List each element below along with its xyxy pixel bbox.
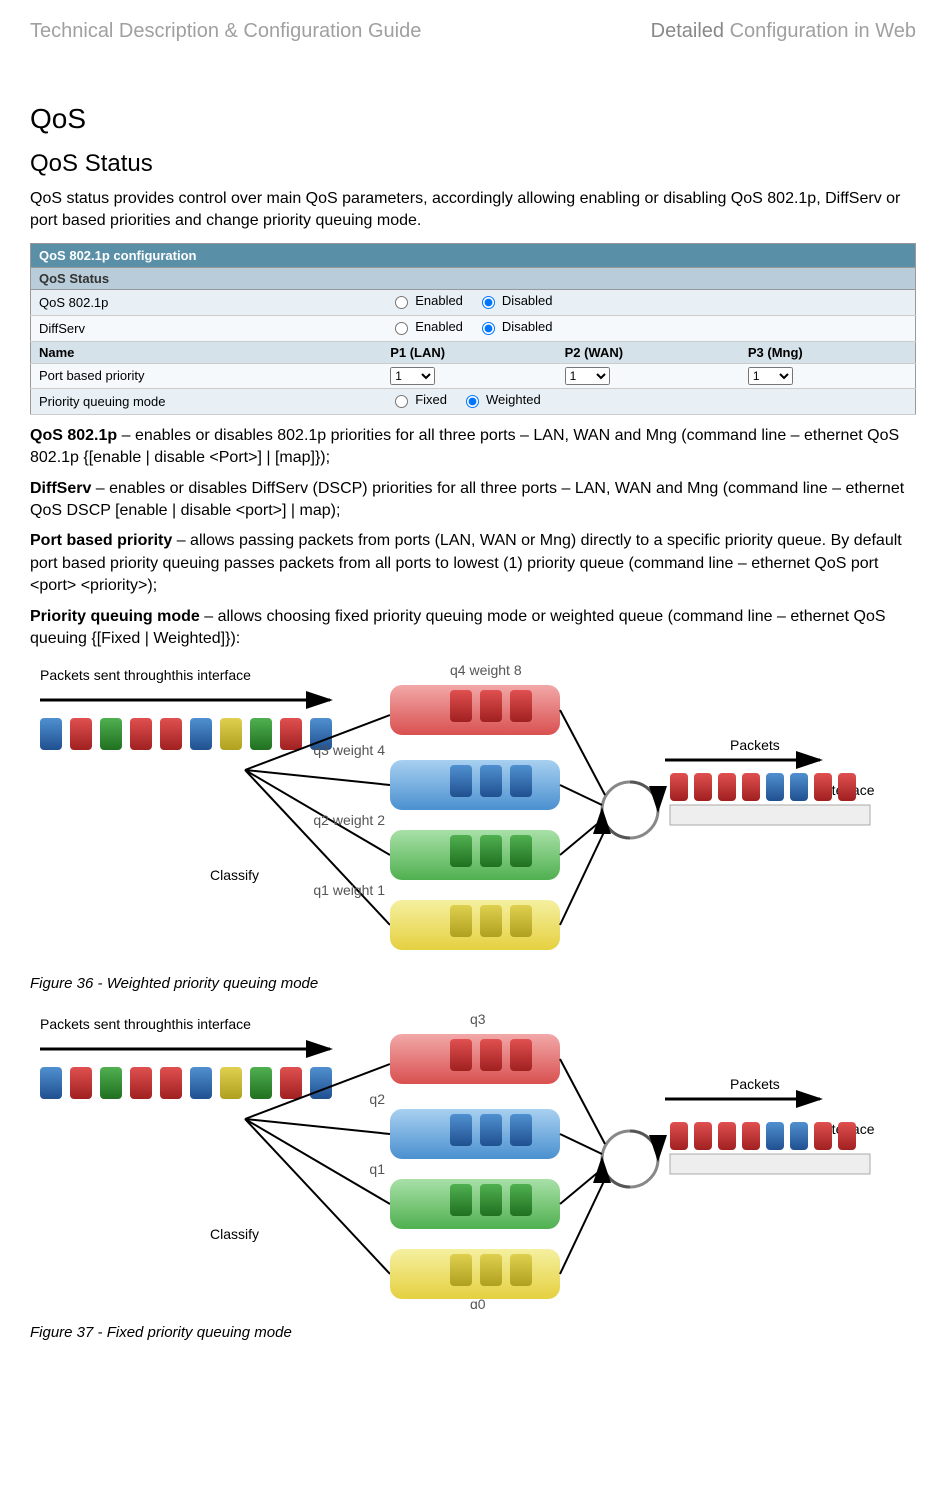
- d2-packets: Packets: [730, 1076, 780, 1092]
- intro-paragraph: QoS status provides control over main Qo…: [30, 188, 916, 233]
- queuing-label: Priority queuing mode: [31, 388, 383, 414]
- d1-q4: q4 weight 8: [450, 662, 522, 678]
- d2-classify: Classify: [210, 1226, 259, 1242]
- p1-label: P1 (LAN): [382, 341, 556, 363]
- diffserv-disabled-radio[interactable]: [482, 322, 495, 335]
- figure-37-caption: Figure 37 - Fixed priority queuing mode: [30, 1322, 916, 1343]
- name-label: Name: [31, 341, 383, 363]
- queuing-fixed-radio[interactable]: [395, 395, 408, 408]
- queuing-desc: Priority queuing mode – allows choosing …: [30, 606, 916, 651]
- d2-q2: q2: [369, 1091, 385, 1107]
- page-header: Technical Description & Configuration Gu…: [30, 20, 916, 43]
- table-subheader: QoS Status: [31, 267, 916, 289]
- qos8021p-desc: QoS 802.1p – enables or disables 802.1p …: [30, 425, 916, 470]
- qos8021p-disabled-radio[interactable]: [482, 296, 495, 309]
- diffserv-enabled-radio[interactable]: [395, 322, 408, 335]
- d1-q3: q3 weight 4: [313, 742, 385, 758]
- figure-36-caption: Figure 36 - Weighted priority queuing mo…: [30, 973, 916, 994]
- p2-label: P2 (WAN): [557, 341, 740, 363]
- diffserv-desc: DiffServ – enables or disables DiffServ …: [30, 478, 916, 523]
- header-left: Technical Description & Configuration Gu…: [30, 20, 421, 43]
- qos-config-table: QoS 802.1p configuration QoS Status QoS …: [30, 243, 916, 415]
- diffserv-radio-group: Enabled Disabled: [390, 319, 562, 335]
- p2-priority-select[interactable]: 1: [565, 367, 610, 385]
- port-priority-label: Port based priority: [31, 363, 383, 388]
- weighted-diagram: Packets sent throughthis interface Class…: [30, 660, 916, 965]
- p3-label: P3 (Mng): [740, 341, 916, 363]
- d1-inlabel: Packets sent throughthis interface: [40, 667, 251, 683]
- qos8021p-enabled-radio[interactable]: [395, 296, 408, 309]
- d2-q3: q3: [470, 1011, 486, 1027]
- p3-priority-select[interactable]: 1: [748, 367, 793, 385]
- d2-q1: q1: [369, 1161, 385, 1177]
- qos8021p-label: QoS 802.1p: [31, 289, 383, 315]
- d1-packets: Packets: [730, 737, 780, 753]
- header-right: Detailed Configuration in Web: [651, 20, 916, 43]
- table-title: QoS 802.1p configuration: [31, 243, 916, 267]
- d1-q1: q1 weight 1: [313, 882, 385, 898]
- fixed-diagram: Packets sent throughthis interface Class…: [30, 1009, 916, 1314]
- d1-classify: Classify: [210, 867, 259, 883]
- qos8021p-radio-group: Enabled Disabled: [390, 293, 562, 309]
- d2-inlabel: Packets sent throughthis interface: [40, 1016, 251, 1032]
- portpriority-desc: Port based priority – allows passing pac…: [30, 530, 916, 597]
- queuing-weighted-radio[interactable]: [466, 395, 479, 408]
- p1-priority-select[interactable]: 1: [390, 367, 435, 385]
- d1-q2: q2 weight 2: [313, 812, 385, 828]
- subsection-title: QoS Status: [30, 150, 916, 178]
- diffserv-label: DiffServ: [31, 315, 383, 341]
- section-title: QoS: [30, 103, 916, 135]
- queuing-radio-group: Fixed Weighted: [390, 392, 550, 408]
